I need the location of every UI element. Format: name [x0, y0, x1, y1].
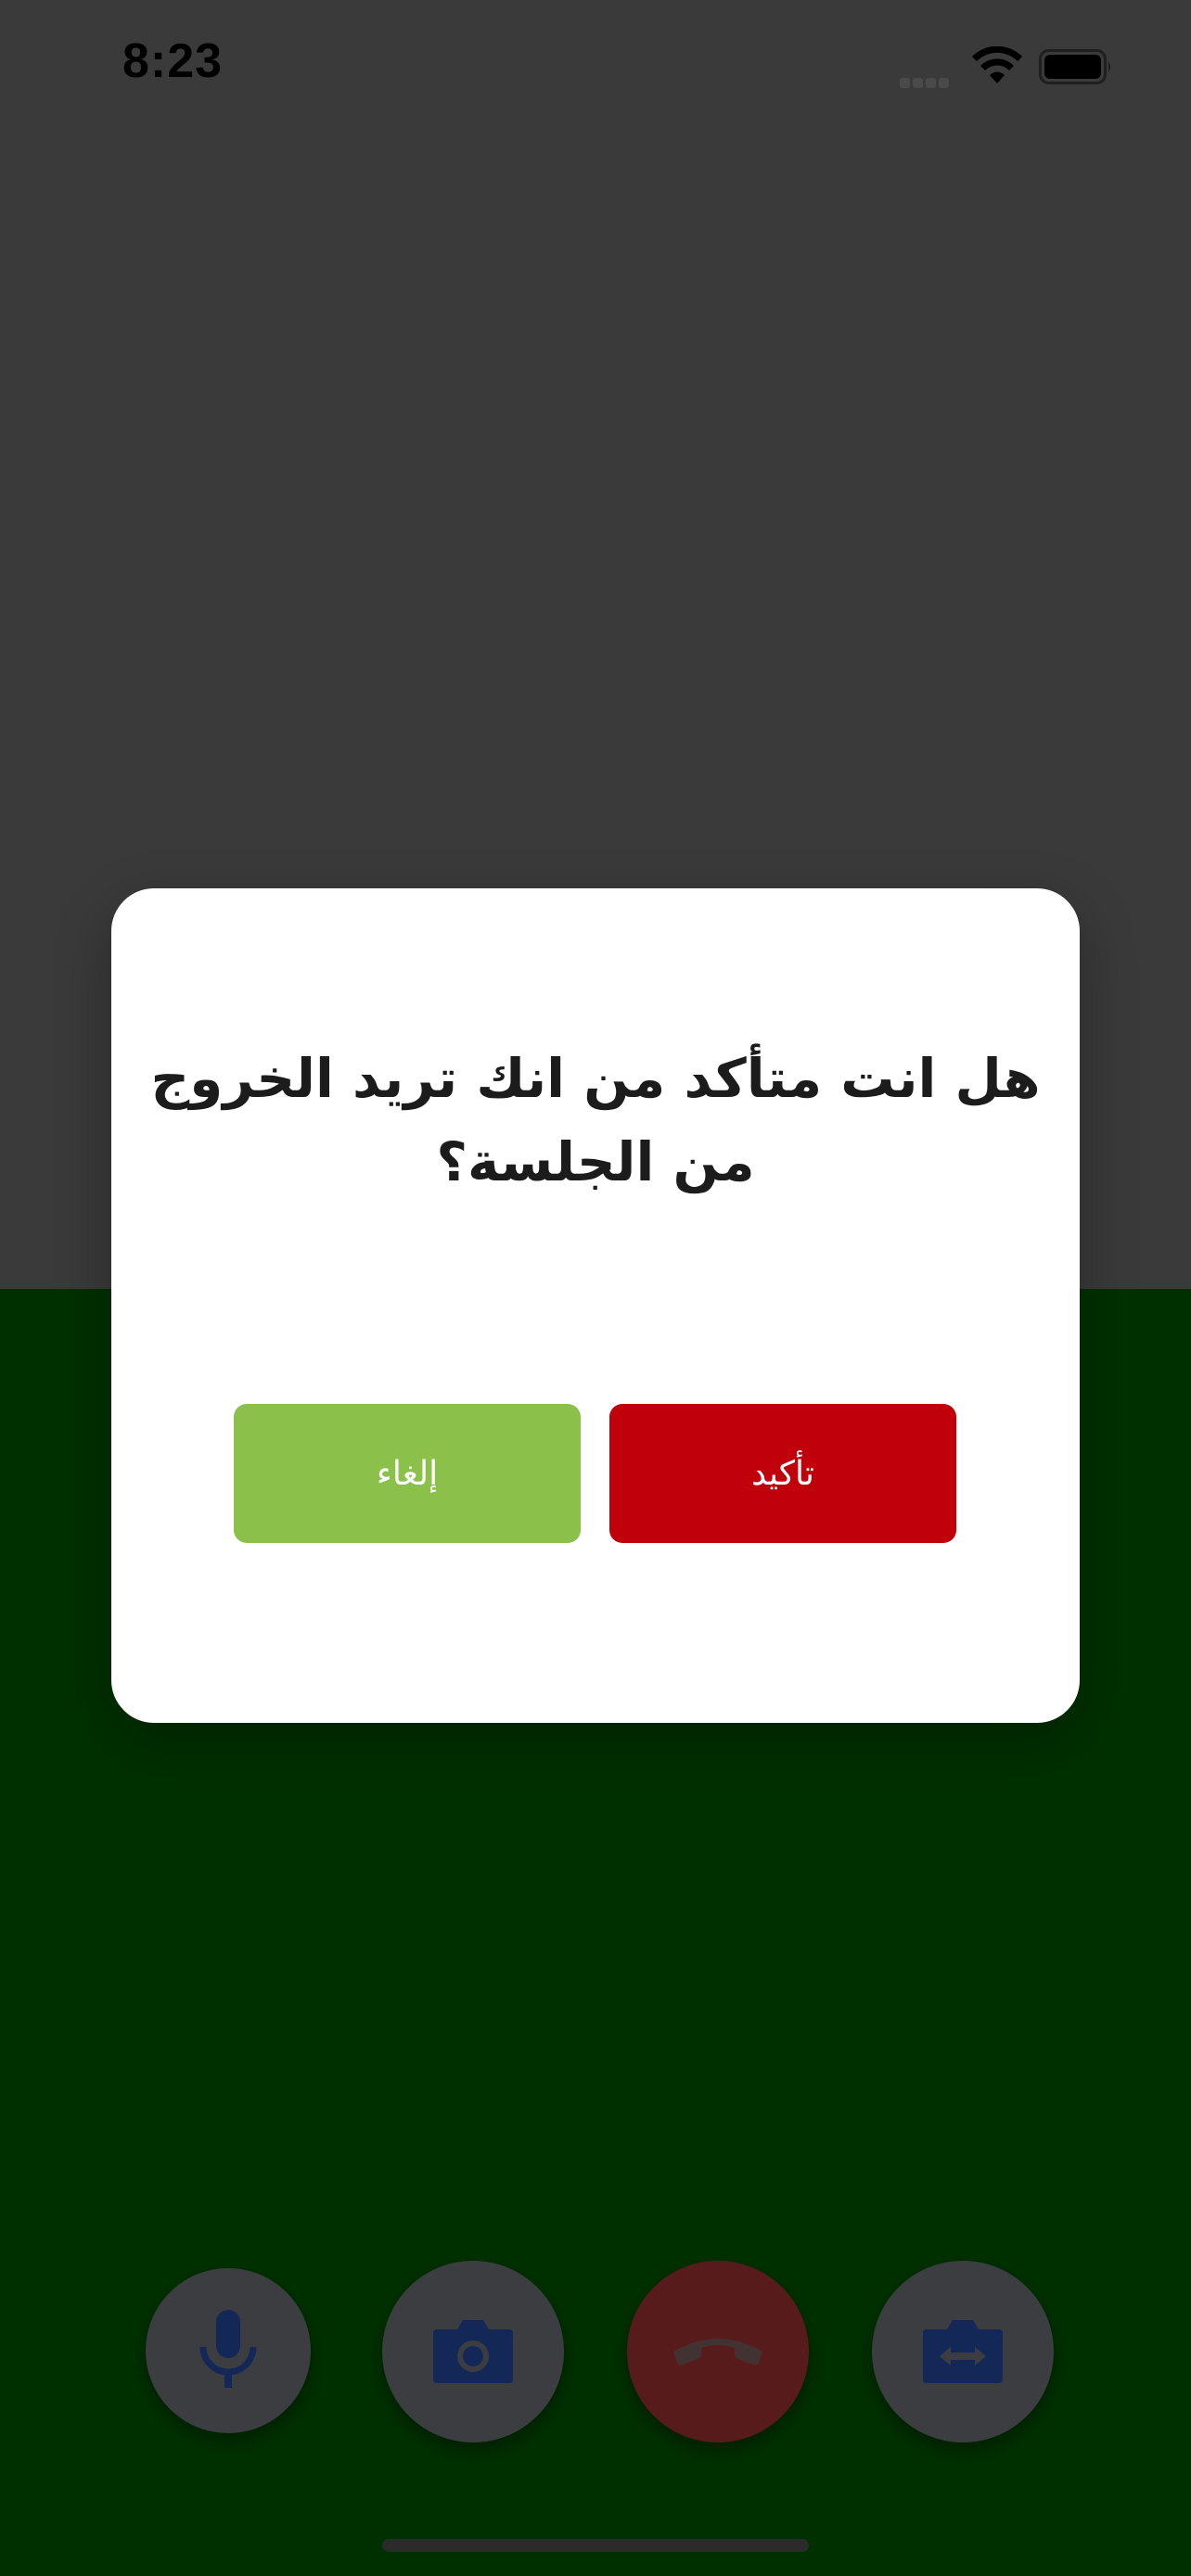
cancel-button[interactable]: إلغاء [234, 1404, 581, 1543]
dialog-message: هل انت متأكد من انك تريد الخروج من الجلس… [150, 1047, 1041, 1193]
battery-icon [1039, 49, 1110, 84]
confirm-button[interactable]: تأكيد [609, 1404, 956, 1543]
exit-confirmation-dialog: هل انت متأكد من انك تريد الخروج من الجلس… [111, 888, 1080, 1723]
status-time: 8:23 [122, 34, 224, 88]
status-bar: 8:23 [0, 0, 1191, 139]
wifi-icon [972, 46, 1022, 83]
cellular-signal-icon [900, 74, 955, 88]
